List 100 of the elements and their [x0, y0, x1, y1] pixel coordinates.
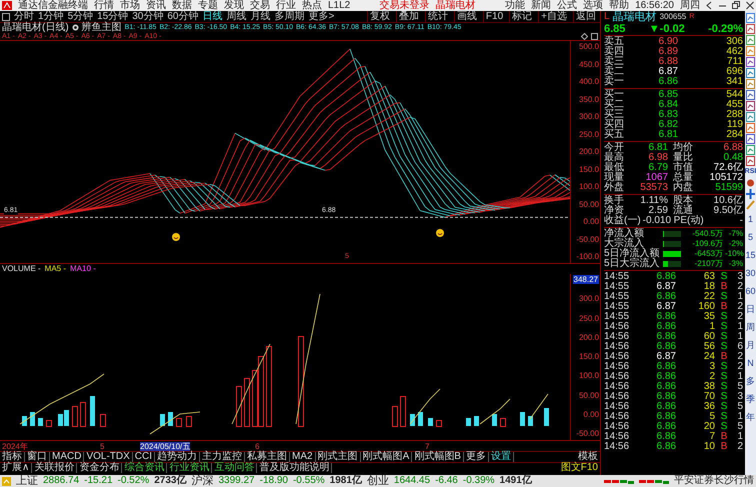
toolbar-button[interactable]: 复权: [366, 11, 392, 22]
tab[interactable]: VOL-TDX: [84, 452, 133, 462]
period-button[interactable]: 季: [746, 391, 755, 408]
tool-icon[interactable]: [746, 46, 755, 56]
tool-icon[interactable]: [746, 156, 755, 166]
flow-amount: -2107万: [694, 259, 723, 269]
tab[interactable]: 主力监控: [200, 452, 246, 462]
stat-label: 股本: [673, 196, 693, 206]
tool-icon[interactable]: [746, 24, 755, 34]
period-button[interactable]: 1: [748, 211, 753, 228]
tool-icon[interactable]: [746, 112, 755, 122]
menu-item[interactable]: 功能: [505, 0, 526, 11]
order-volume: 696: [725, 67, 743, 77]
tab[interactable]: 私募主图: [245, 452, 290, 462]
grid-icon[interactable]: [2, 12, 10, 20]
tab[interactable]: 刚式幅图B: [412, 452, 464, 462]
tool-icon[interactable]: [746, 178, 755, 188]
period-button[interactable]: 15: [745, 247, 756, 264]
period-tab[interactable]: 日线: [202, 11, 222, 22]
toolbar-button[interactable]: F10: [482, 11, 506, 22]
menu-item[interactable]: L1L2: [328, 0, 350, 11]
tool-icon[interactable]: [746, 79, 755, 89]
period-tab[interactable]: 周线: [226, 11, 246, 22]
menu-item[interactable]: 行业: [276, 0, 296, 11]
flow-percent: -3%: [728, 259, 743, 269]
period-button[interactable]: 年: [746, 409, 755, 426]
tab[interactable]: 指标: [0, 452, 25, 462]
menu-item[interactable]: 选项: [583, 0, 604, 11]
tool-icon[interactable]: [746, 123, 755, 133]
period-button[interactable]: 日: [746, 301, 755, 318]
tool-icon[interactable]: [746, 57, 755, 67]
move-icon[interactable]: [746, 189, 755, 199]
toolbar-button[interactable]: 画线: [454, 11, 479, 22]
period-button[interactable]: 60: [745, 283, 756, 300]
trade-side: S: [720, 332, 728, 342]
period-tab[interactable]: 30分钟: [132, 11, 164, 22]
period-button[interactable]: N: [747, 355, 754, 372]
menu-item[interactable]: 公式: [557, 0, 578, 11]
menu-item[interactable]: 资讯: [146, 0, 166, 11]
tab[interactable]: 互动问答: [212, 463, 258, 473]
menu-item[interactable]: 发现: [224, 0, 244, 11]
axis-label: 200.0: [578, 332, 599, 342]
square-icon[interactable]: [591, 33, 598, 40]
tab[interactable]: 趋势动力: [155, 452, 200, 462]
tab[interactable]: 资金分布: [77, 463, 122, 473]
settings-link[interactable]: 设置: [488, 452, 514, 462]
chart-title: 晶瑞电材(日线): [2, 23, 69, 32]
period-tab[interactable]: 更多>: [308, 11, 334, 22]
close-icon[interactable]: [746, 1, 754, 10]
tab[interactable]: 综合资讯: [122, 463, 168, 473]
tool-icon[interactable]: [746, 145, 755, 155]
tab[interactable]: MA2: [290, 452, 316, 462]
period-button[interactable]: 5: [748, 229, 753, 246]
period-tab[interactable]: 多周期: [274, 11, 304, 22]
toolbar-button[interactable]: 图文F10: [558, 463, 600, 473]
period-button[interactable]: 周: [746, 319, 755, 336]
toolbar-button[interactable]: 模板: [576, 452, 600, 462]
menu-item[interactable]: 行情: [94, 0, 114, 11]
back-icon[interactable]: [706, 1, 713, 10]
period-button[interactable]: 多: [746, 373, 755, 390]
tool-icon[interactable]: [746, 68, 755, 78]
tool-icon[interactable]: [746, 35, 755, 45]
trade-count: 1: [736, 332, 743, 342]
tab[interactable]: 窗口: [25, 452, 50, 462]
period-tab[interactable]: 1分钟: [38, 11, 64, 22]
tab[interactable]: 扩展∧: [0, 463, 32, 473]
period-tab[interactable]: 60分钟: [167, 11, 198, 22]
toolbar-button[interactable]: +自选: [538, 11, 569, 22]
restore-icon[interactable]: [732, 1, 740, 10]
index-change: -18.90: [260, 475, 288, 487]
index-value: 1644.45: [394, 475, 430, 487]
tab[interactable]: 关联报价: [32, 463, 78, 473]
toolbar-button[interactable]: 统计: [424, 11, 450, 22]
diamond-icon[interactable]: [581, 33, 588, 40]
toolbar-button[interactable]: 返回: [573, 11, 598, 22]
period-tab[interactable]: 15分钟: [97, 11, 128, 22]
tab[interactable]: MACD: [50, 452, 84, 462]
tool-icon[interactable]: [746, 134, 755, 144]
tool-icon[interactable]: [746, 13, 755, 23]
toolbar-button[interactable]: 叠加: [396, 11, 421, 22]
tab[interactable]: CCI: [132, 452, 156, 462]
tool-icon[interactable]: [746, 90, 755, 100]
period-button[interactable]: 30: [745, 265, 756, 282]
tool-icon[interactable]: [746, 101, 755, 111]
menu-item[interactable]: 帮助: [609, 0, 630, 11]
tab[interactable]: 普及版功能说明: [257, 463, 332, 473]
menu-item[interactable]: 数据: [172, 0, 192, 11]
tab[interactable]: 更多: [464, 452, 489, 462]
stat-value: 2.59: [648, 206, 668, 216]
toolbar-button[interactable]: 标记: [509, 11, 534, 22]
period-tab[interactable]: 分时: [14, 11, 34, 22]
menu-item[interactable]: 专题: [198, 0, 218, 11]
period-tab[interactable]: 5分钟: [68, 11, 94, 22]
period-tab[interactable]: 月线: [250, 11, 270, 22]
menu-item[interactable]: 热点: [302, 0, 322, 11]
tab[interactable]: 行业资讯: [167, 463, 212, 473]
period-button[interactable]: 月: [746, 337, 755, 354]
tab[interactable]: 刚式幅图A: [360, 452, 412, 462]
tab[interactable]: 刚式主图: [316, 452, 361, 462]
flow-label: 大宗流入: [604, 239, 644, 249]
